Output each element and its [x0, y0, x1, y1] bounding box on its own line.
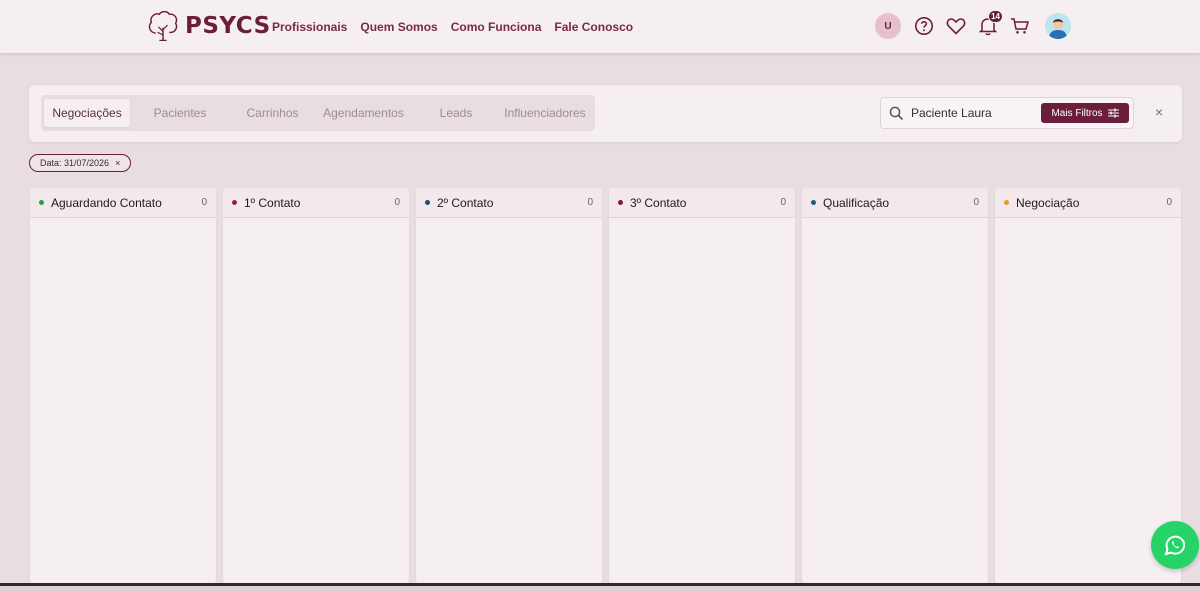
top-navbar: PSYCS Profissionais Quem Somos Como Func… [0, 0, 1200, 54]
tab-agendamentos[interactable]: Agendamentos [315, 99, 412, 127]
column-title: 1º Contato [244, 195, 301, 210]
column-title: 3º Contato [630, 195, 687, 210]
search-icon [889, 106, 903, 120]
kanban-column-3-contato: 3º Contato 0 [609, 188, 795, 584]
tab-pacientes[interactable]: Pacientes [130, 99, 230, 127]
cart-button[interactable] [1007, 13, 1033, 39]
status-dot [39, 200, 44, 205]
column-count: 0 [394, 197, 400, 208]
tab-influenciadores[interactable]: Influenciadores [500, 99, 590, 127]
kanban-column-aguardando-contato: Aguardando Contato 0 [30, 188, 216, 584]
heart-icon [946, 18, 966, 35]
nav-link-fale-conosco[interactable]: Fale Conosco [554, 20, 633, 34]
question-circle-icon [915, 17, 933, 35]
kanban-column-negociacao: Negociação 0 [995, 188, 1181, 584]
status-dot [425, 200, 430, 205]
whatsapp-button[interactable] [1151, 521, 1199, 569]
date-filter-label: Data: 31/07/2026 [40, 158, 110, 168]
status-dot [232, 200, 237, 205]
category-tabs: Negociações Pacientes Carrinhos Agendame… [41, 95, 595, 131]
notifications-button[interactable]: 14 [975, 10, 1003, 39]
tab-leads[interactable]: Leads [412, 99, 500, 127]
brand-name: PSYCS [185, 13, 271, 39]
sliders-icon [1107, 108, 1119, 118]
column-title: Negociação [1016, 195, 1080, 210]
user-avatar-icon [1045, 13, 1071, 39]
filter-card: Negociações Pacientes Carrinhos Agendame… [29, 85, 1182, 142]
profile-avatar[interactable] [1045, 13, 1071, 39]
tab-negociacoes[interactable]: Negociações [44, 99, 130, 127]
search-icon-wrap [881, 106, 911, 121]
bottom-border [0, 583, 1200, 591]
remove-chip-button[interactable]: × [115, 158, 120, 168]
brand-logo[interactable]: PSYCS [145, 8, 271, 44]
kanban-column-qualificacao: Qualificação 0 [802, 188, 988, 584]
column-count: 0 [1166, 197, 1172, 208]
close-filters-button[interactable]: × [1150, 103, 1168, 121]
favorites-button[interactable] [943, 13, 969, 39]
status-dot [618, 200, 623, 205]
nav-link-profissionais[interactable]: Profissionais [272, 20, 347, 34]
kanban-column-1-contato: 1º Contato 0 [223, 188, 409, 584]
tab-carrinhos[interactable]: Carrinhos [230, 99, 315, 127]
column-title: Qualificação [823, 195, 890, 210]
whatsapp-icon [1164, 535, 1186, 556]
column-title: 2º Contato [437, 195, 494, 210]
column-header: 2º Contato 0 [416, 188, 602, 218]
help-button[interactable] [911, 13, 937, 39]
column-header: Negociação 0 [995, 188, 1181, 218]
main-nav: Profissionais Quem Somos Como Funciona F… [272, 20, 633, 34]
column-title: Aguardando Contato [51, 195, 162, 210]
kanban-column-2-contato: 2º Contato 0 [416, 188, 602, 584]
date-filter-chip: Data: 31/07/2026 × [29, 154, 132, 172]
notifications-count-badge: 14 [988, 10, 1003, 23]
header-actions: U 14 [875, 10, 1071, 39]
column-count: 0 [973, 197, 979, 208]
search-box: Mais Filtros [880, 97, 1134, 129]
search-input[interactable] [911, 106, 1039, 120]
nav-link-quem-somos[interactable]: Quem Somos [360, 20, 437, 34]
cart-icon [1011, 18, 1029, 34]
more-filters-button[interactable]: Mais Filtros [1041, 103, 1129, 123]
column-header: 1º Contato 0 [223, 188, 409, 218]
column-count: 0 [201, 197, 207, 208]
more-filters-label: Mais Filtros [1051, 107, 1103, 119]
column-count: 0 [587, 197, 593, 208]
user-initial-avatar[interactable]: U [875, 13, 901, 39]
brain-tree-logo-icon [148, 10, 178, 42]
column-header: Aguardando Contato 0 [30, 188, 216, 218]
status-dot [811, 200, 816, 205]
column-header: Qualificação 0 [802, 188, 988, 218]
column-count: 0 [780, 197, 786, 208]
column-header: 3º Contato 0 [609, 188, 795, 218]
nav-link-como-funciona[interactable]: Como Funciona [451, 20, 542, 34]
status-dot [1004, 200, 1009, 205]
